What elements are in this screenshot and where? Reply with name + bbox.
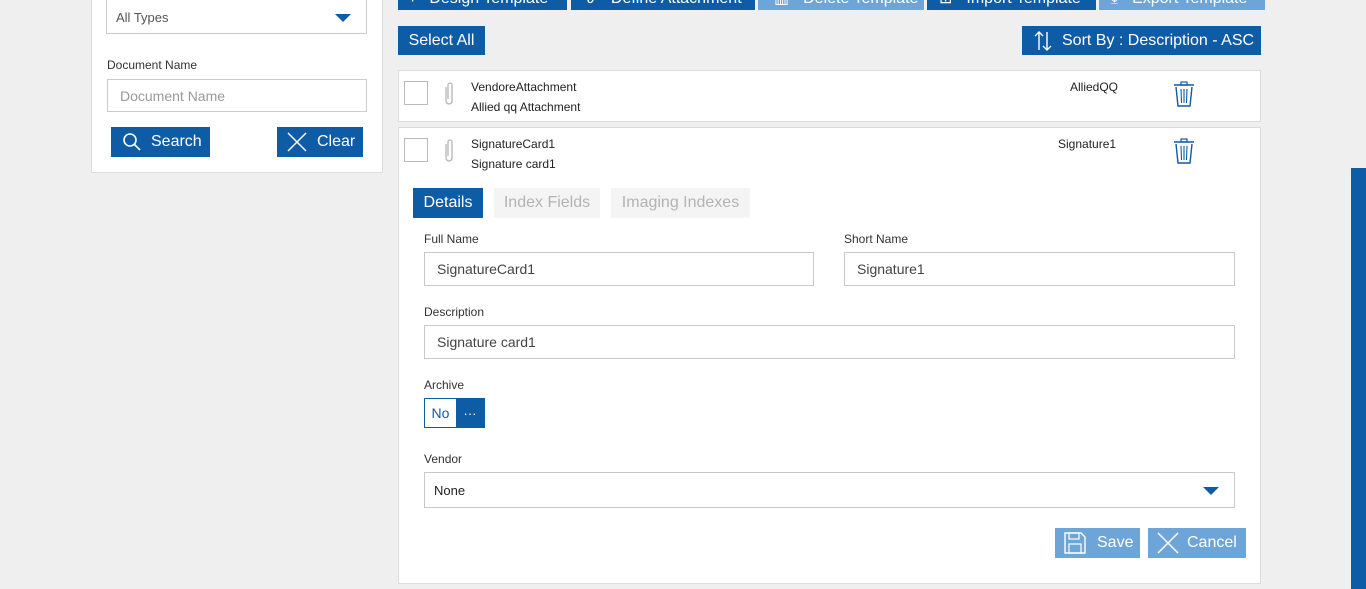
plus-icon: + bbox=[408, 0, 417, 8]
paperclip-icon bbox=[445, 139, 453, 162]
row-short-name: Signature1 bbox=[1058, 137, 1117, 151]
trash-icon[interactable] bbox=[1173, 81, 1195, 107]
define-attachment-label: Define Attachment bbox=[611, 0, 742, 8]
close-icon bbox=[1157, 532, 1179, 554]
description-label: Description bbox=[424, 305, 485, 319]
import-icon: ⊞ bbox=[939, 0, 952, 8]
delete-template-button[interactable]: ▥ Delete Template bbox=[758, 0, 924, 10]
sort-icon bbox=[1034, 30, 1052, 51]
sort-by-button[interactable]: Sort By : Description - ASC bbox=[1022, 26, 1261, 55]
document-name-field[interactable] bbox=[108, 80, 366, 111]
delete-template-label: Delete Template bbox=[803, 0, 918, 8]
list-item[interactable] bbox=[398, 70, 1261, 122]
import-template-button[interactable]: ⊞ Import Template bbox=[927, 0, 1096, 10]
save-icon bbox=[1064, 532, 1086, 554]
select-all-label: Select All bbox=[408, 31, 475, 49]
full-name-label: Full Name bbox=[424, 232, 479, 246]
trash-icon[interactable] bbox=[1173, 138, 1195, 164]
row-name: VendoreAttachment bbox=[471, 80, 577, 94]
cancel-button[interactable]: Cancel bbox=[1148, 528, 1246, 558]
chevron-down-icon bbox=[1203, 487, 1219, 495]
row-short-name: AlliedQQ bbox=[1070, 80, 1119, 94]
save-button[interactable]: Save bbox=[1055, 528, 1140, 558]
export-template-label: Export Template bbox=[1132, 0, 1247, 8]
search-icon bbox=[123, 133, 141, 151]
document-name-label: Document Name bbox=[107, 58, 198, 72]
cancel-label: Cancel bbox=[1187, 534, 1237, 551]
vendor-value: None bbox=[434, 482, 466, 498]
chevron-down-icon bbox=[335, 14, 351, 22]
close-icon bbox=[287, 132, 307, 152]
tab-details[interactable]: Details bbox=[413, 188, 483, 218]
define-attachment-button[interactable]: ∂ Define Attachment bbox=[571, 0, 755, 10]
design-template-button[interactable]: + Design Template bbox=[398, 0, 567, 10]
description-field[interactable]: Signature card1 bbox=[424, 325, 1235, 359]
import-template-label: Import Template bbox=[966, 0, 1080, 8]
sort-by-label: Sort By : Description - ASC bbox=[1062, 31, 1255, 49]
vendor-select[interactable]: None bbox=[424, 472, 1235, 508]
select-all-button[interactable]: Select All bbox=[398, 26, 485, 55]
export-template-button[interactable]: ⤓ Export Template bbox=[1099, 0, 1265, 10]
archive-label: Archive bbox=[424, 378, 465, 392]
tab-imaging-indexes[interactable]: Imaging Indexes bbox=[611, 188, 750, 218]
archive-value: No bbox=[425, 399, 456, 427]
short-name-field[interactable]: Signature1 bbox=[844, 252, 1235, 286]
tab-index-fields[interactable]: Index Fields bbox=[494, 188, 600, 218]
row-description: Allied qq Attachment bbox=[471, 100, 581, 114]
save-label: Save bbox=[1097, 534, 1134, 551]
document-name-input[interactable] bbox=[107, 79, 367, 112]
clear-label: Clear bbox=[317, 133, 356, 150]
search-button[interactable]: Search bbox=[111, 127, 210, 157]
paperclip-icon bbox=[445, 82, 453, 105]
search-label: Search bbox=[151, 133, 202, 150]
full-name-field[interactable]: SignatureCard1 bbox=[424, 252, 814, 286]
trash-icon: ▥ bbox=[774, 0, 789, 8]
row-checkbox[interactable] bbox=[404, 81, 428, 105]
short-name-label: Short Name bbox=[844, 232, 909, 246]
clear-button[interactable]: Clear bbox=[277, 127, 363, 157]
row-name: SignatureCard1 bbox=[471, 137, 556, 151]
vendor-label: Vendor bbox=[424, 452, 463, 466]
export-icon: ⤓ bbox=[1111, 0, 1118, 8]
document-type-select[interactable]: All Types bbox=[106, 0, 367, 34]
design-template-label: Design Template bbox=[429, 0, 548, 8]
archive-toggle[interactable]: No ··· bbox=[424, 398, 485, 428]
row-checkbox[interactable] bbox=[404, 138, 428, 162]
row-description: Signature card1 bbox=[471, 157, 556, 171]
document-type-value: All Types bbox=[116, 10, 169, 25]
paperclip-icon: ∂ bbox=[587, 0, 595, 8]
scrollbar[interactable] bbox=[1351, 168, 1366, 589]
archive-more-button[interactable]: ··· bbox=[456, 399, 484, 427]
